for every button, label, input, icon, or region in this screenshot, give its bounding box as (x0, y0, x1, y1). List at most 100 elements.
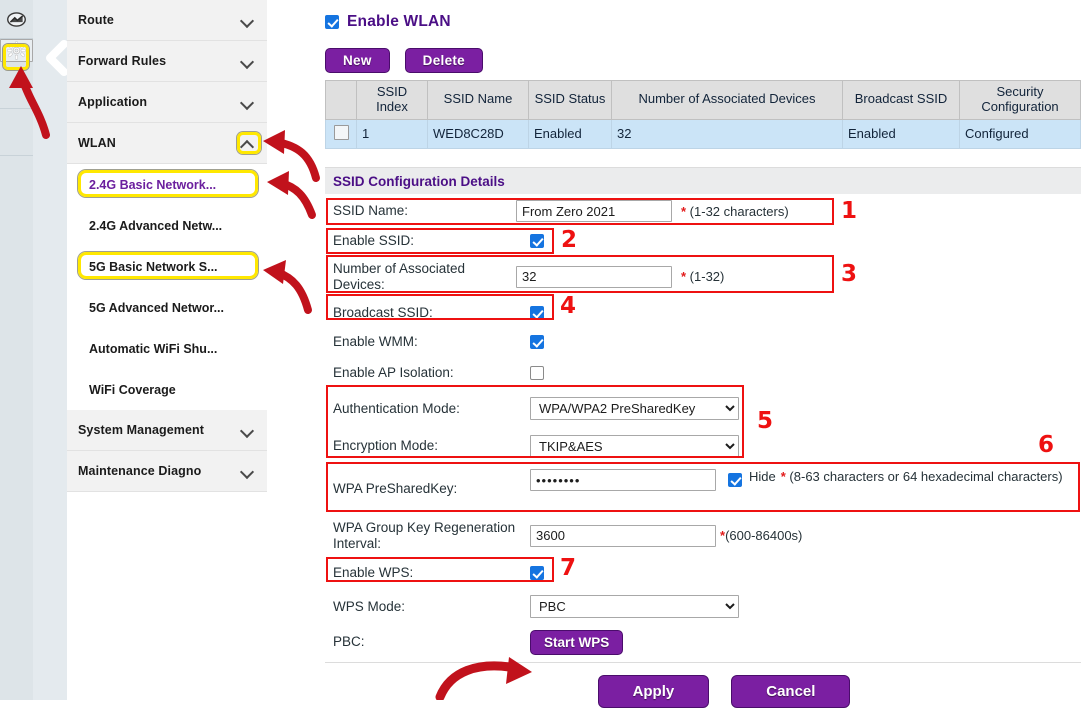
dashboard-gauge-icon (6, 9, 27, 30)
sidebar-group-system-management-label: System Management (78, 423, 240, 437)
ssid-config-form: SSID Name: * (1-32 characters) Enable SS… (325, 196, 1081, 660)
cell-broadcast-ssid: Enabled (843, 119, 960, 148)
label-ap-isolation: Enable AP Isolation: (325, 365, 516, 381)
form-actions: Apply Cancel (325, 662, 1081, 708)
field-row-ap-isolation: Enable AP Isolation: (325, 356, 1081, 390)
rail-item-dashboard[interactable] (0, 0, 33, 39)
assoc-devices-hint: (1-32) (686, 269, 724, 284)
chevron-down-icon[interactable] (240, 57, 255, 66)
label-group-key: WPA Group Key Regeneration Interval: (325, 520, 516, 552)
ssid-name-input[interactable] (516, 200, 672, 222)
field-row-group-key: WPA Group Key Regeneration Interval: *(6… (325, 514, 1081, 557)
sidebar-group-forward-rules[interactable]: Forward Rules (67, 41, 267, 82)
cell-ssid-index: 1 (357, 119, 428, 148)
sidebar-item-5g-advanced-network[interactable]: 5G Advanced Networ... (67, 287, 267, 328)
sidebar-item-wifi-coverage-label: WiFi Coverage (89, 383, 176, 397)
enable-wps-checkbox[interactable] (530, 566, 544, 580)
field-row-associated-devices: Number of Associated Devices: * (1-32) (325, 255, 1081, 298)
sidebar-item-automatic-wifi-shutdown[interactable]: Automatic WiFi Shu... (67, 328, 267, 369)
group-key-hint: (600-86400s) (725, 528, 802, 543)
psk-hint: (8-63 characters or 64 hexadecimal chara… (786, 469, 1063, 484)
th-security-configuration: Security Configuration (960, 81, 1081, 120)
enable-wlan-label: Enable WLAN (347, 13, 451, 31)
sidebar-group-maintenance-diagnosis[interactable]: Maintenance Diagno (67, 451, 267, 492)
field-row-enable-ssid: Enable SSID: (325, 226, 1081, 255)
field-row-psk: WPA PreSharedKey: Hide * (8-63 character… (325, 465, 1081, 514)
start-wps-button[interactable]: Start WPS (530, 630, 623, 655)
chevron-down-icon[interactable] (240, 467, 255, 476)
apply-button[interactable]: Apply (598, 675, 710, 708)
gear-icon-highlight (3, 44, 29, 70)
chevron-down-icon[interactable] (240, 98, 255, 107)
field-row-encryption-mode: Encryption Mode: TKIP&AES (325, 427, 1081, 465)
sidebar-group-wlan[interactable]: WLAN (67, 123, 267, 164)
associated-devices-input[interactable] (516, 266, 672, 288)
table-toolbar: New Delete (325, 48, 483, 73)
label-enable-wmm: Enable WMM: (325, 334, 516, 350)
sidebar-group-wlan-label: WLAN (78, 136, 240, 150)
label-enable-ssid: Enable SSID: (325, 233, 516, 249)
label-encryption-mode: Encryption Mode: (325, 438, 516, 454)
cell-ssid-name: WED8C28D (428, 119, 529, 148)
chevron-down-icon[interactable] (240, 16, 255, 25)
sidebar-item-automatic-wifi-shutdown-label: Automatic WiFi Shu... (89, 342, 217, 356)
field-row-wps-mode: WPS Mode: PBC (325, 589, 1081, 624)
chevron-down-icon[interactable] (240, 426, 255, 435)
ap-isolation-checkbox[interactable] (530, 366, 544, 380)
label-psk: WPA PreSharedKey: (325, 469, 516, 497)
delete-button[interactable]: Delete (405, 48, 483, 73)
label-auth-mode: Authentication Mode: (325, 401, 516, 417)
sidebar-item-5g-basic-network[interactable]: 5G Basic Network S... (67, 246, 267, 287)
row-checkbox[interactable] (334, 125, 349, 140)
th-ssid-status: SSID Status (529, 81, 612, 120)
table-header-row: SSID Index SSID Name SSID Status Number … (326, 81, 1081, 120)
row-select-cell[interactable] (326, 119, 357, 148)
psk-hide-label: Hide (749, 469, 776, 484)
th-associated-devices: Number of Associated Devices (612, 81, 843, 120)
sidebar-item-24g-basic-network[interactable]: 2.4G Basic Network... (67, 164, 267, 205)
label-broadcast-ssid: Broadcast SSID: (325, 305, 516, 321)
field-row-enable-wmm: Enable WMM: (325, 327, 1081, 356)
icon-rail (0, 0, 33, 700)
enable-wlan-checkbox[interactable] (325, 15, 339, 29)
ssid-name-hint: (1-32 characters) (686, 204, 789, 219)
broadcast-ssid-checkbox[interactable] (530, 306, 544, 320)
encryption-mode-select[interactable]: TKIP&AES (530, 435, 739, 458)
field-row-ssid-name: SSID Name: * (1-32 characters) (325, 196, 1081, 226)
enable-wmm-checkbox[interactable] (530, 335, 544, 349)
label-pbc: PBC: (325, 634, 516, 650)
sidebar-group-application-label: Application (78, 95, 240, 109)
group-key-input[interactable] (530, 525, 716, 547)
sidebar-item-wifi-coverage[interactable]: WiFi Coverage (67, 369, 267, 410)
cancel-button[interactable]: Cancel (731, 675, 850, 708)
auth-mode-select[interactable]: WPA/WPA2 PreSharedKey (530, 397, 739, 420)
th-ssid-name: SSID Name (428, 81, 529, 120)
sidebar-item-24g-highlight (78, 170, 258, 197)
psk-hide-checkbox[interactable] (728, 473, 742, 487)
sidebar-nav: Route Forward Rules Application WLAN 2.4… (67, 0, 267, 700)
main-content: Enable WLAN New Delete SSID Index SSID N… (267, 0, 1081, 700)
field-row-auth-mode: Authentication Mode: WPA/WPA2 PreSharedK… (325, 390, 1081, 427)
enable-ssid-checkbox[interactable] (530, 234, 544, 248)
new-button[interactable]: New (325, 48, 390, 73)
sidebar-item-5g-advanced-network-label: 5G Advanced Networ... (89, 301, 224, 315)
psk-input[interactable] (530, 469, 716, 491)
sidebar-group-route-label: Route (78, 13, 240, 27)
sidebar-item-24g-advanced-network[interactable]: 2.4G Advanced Netw... (67, 205, 267, 246)
field-row-enable-wps: Enable WPS: (325, 557, 1081, 589)
th-select (326, 81, 357, 120)
sidebar-item-5g-highlight (78, 252, 258, 279)
rail-item-blank-2 (0, 109, 33, 156)
sidebar-group-application[interactable]: Application (67, 82, 267, 123)
wps-mode-select[interactable]: PBC (530, 595, 739, 618)
ssid-table: SSID Index SSID Name SSID Status Number … (325, 80, 1081, 149)
table-row[interactable]: 1 WED8C28D Enabled 32 Enabled Configured (326, 119, 1081, 148)
sidebar-group-system-management[interactable]: System Management (67, 410, 267, 451)
label-wps-mode: WPS Mode: (325, 599, 516, 615)
enable-wlan-row: Enable WLAN (325, 13, 451, 31)
label-ssid-name: SSID Name: (325, 203, 516, 219)
sidebar-group-route[interactable]: Route (67, 0, 267, 41)
field-row-pbc: PBC: Start WPS (325, 624, 1081, 660)
sidebar-group-maintenance-diagnosis-label: Maintenance Diagno (78, 464, 240, 478)
cell-associated-devices: 32 (612, 119, 843, 148)
